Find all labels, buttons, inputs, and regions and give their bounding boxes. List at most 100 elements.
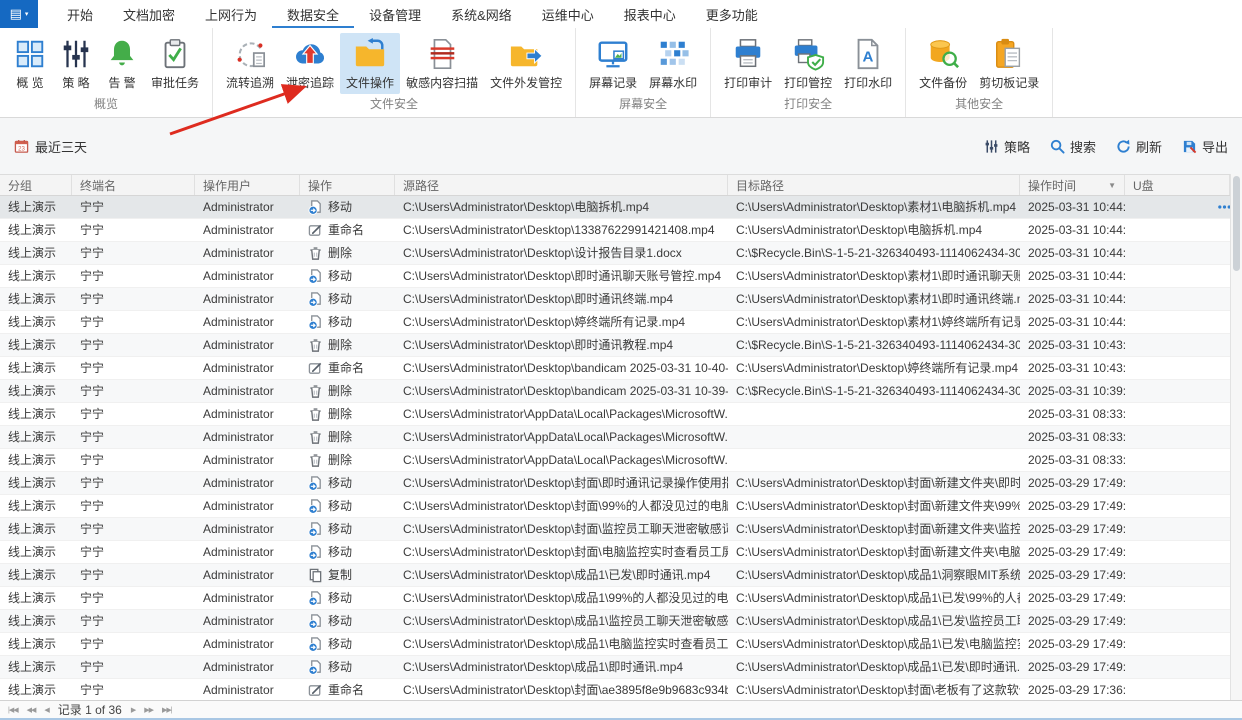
table-row[interactable]: 线上演示 宁宁 Administrator 重命名 C:\Users\Administr…: [0, 357, 1242, 380]
column-header-user[interactable]: 操作用户: [195, 175, 300, 195]
menu-tab-3[interactable]: 上网行为: [190, 0, 272, 28]
table-row[interactable]: 线上演示 宁宁 Administrator 删除 C:\Users\Administra…: [0, 242, 1242, 265]
cell-group: 线上演示: [8, 292, 57, 306]
menu-tab-1[interactable]: 开始: [52, 0, 108, 28]
pager-next-3[interactable]: ▶▶|: [162, 706, 173, 714]
column-header-group[interactable]: 分组: [0, 175, 72, 195]
ribbon-button-screen-watermark[interactable]: 屏幕水印: [643, 33, 703, 94]
menu-tab-2[interactable]: 文档加密: [108, 0, 190, 28]
table-row[interactable]: 线上演示 宁宁 Administrator 移动 C:\Users\Administra…: [0, 587, 1242, 610]
ribbon-button-leak-trace[interactable]: 泄密追踪: [280, 33, 340, 94]
toolbar-button-policy[interactable]: 策略: [984, 137, 1030, 156]
table-row[interactable]: 线上演示 宁宁 Administrator 重命名 C:\Users\Administr…: [0, 679, 1242, 700]
ribbon-button-file-outgoing-control[interactable]: 文件外发管控: [484, 33, 568, 94]
cell-time: 2025-03-31 10:43:38: [1028, 338, 1125, 352]
pager-prev-2[interactable]: ◀◀: [27, 706, 37, 714]
table-row[interactable]: 线上演示 宁宁 Administrator 移动 C:\Users\Administra…: [0, 610, 1242, 633]
cell-usb: [1125, 334, 1230, 356]
table-row[interactable]: 线上演示 宁宁 Administrator 删除 C:\Users\Administra…: [0, 334, 1242, 357]
table-row[interactable]: 线上演示 宁宁 Administrator 重命名 C:\Users\Administr…: [0, 219, 1242, 242]
column-header-op[interactable]: 操作: [300, 175, 395, 195]
menu-tab-6[interactable]: 系统&网络: [436, 0, 527, 28]
cell-time: 2025-03-31 10:44:45: [1028, 200, 1125, 214]
pager-prev-1[interactable]: |◀◀: [8, 706, 19, 714]
cell-operation: 移动: [300, 633, 395, 655]
menu-tab-7[interactable]: 运维中心: [527, 0, 609, 28]
column-header-dst[interactable]: 目标路径: [728, 175, 1020, 195]
ribbon-button-content-scan[interactable]: 敏感内容扫描: [400, 33, 484, 94]
operation-label: 移动: [328, 476, 353, 490]
table-row[interactable]: 线上演示 宁宁 Administrator 移动 C:\Users\Administra…: [0, 495, 1242, 518]
cell-time: 2025-03-29 17:49:30: [1028, 568, 1125, 582]
pager-prev-3[interactable]: ◀: [44, 706, 49, 714]
cell-terminal: 宁宁: [80, 614, 105, 628]
menu-tab-4[interactable]: 数据安全: [272, 0, 354, 28]
toolbar-button-export[interactable]: 导出: [1182, 137, 1228, 156]
cell-terminal: 宁宁: [80, 338, 105, 352]
table-row[interactable]: 线上演示 宁宁 Administrator 移动 C:\Users\Administra…: [0, 265, 1242, 288]
cell-operation: 移动: [300, 288, 395, 310]
vertical-scrollbar[interactable]: [1230, 174, 1242, 700]
ribbon-button-overview[interactable]: 概 览: [7, 33, 53, 94]
table-row[interactable]: 线上演示 宁宁 Administrator 移动 C:\Users\Administra…: [0, 311, 1242, 334]
column-header-src[interactable]: 源路径: [395, 175, 728, 195]
cell-target-path: C:\Users\Administrator\Desktop\成品1\洞察眼MI…: [736, 568, 1020, 582]
table-row[interactable]: 线上演示 宁宁 Administrator 移动 C:\Users\Administra…: [0, 472, 1242, 495]
scrollbar-thumb[interactable]: [1233, 176, 1240, 271]
column-header-terminal[interactable]: 终端名: [72, 175, 195, 195]
ribbon-button-print-control[interactable]: 打印管控: [778, 33, 838, 94]
table-row[interactable]: 线上演示 宁宁 Administrator 移动 C:\Users\Administra…: [0, 633, 1242, 656]
column-header-usb[interactable]: U盘: [1125, 175, 1230, 195]
cell-time: 2025-03-29 17:49:20: [1028, 660, 1125, 674]
ribbon-button-file-operations[interactable]: 文件操作: [340, 33, 401, 94]
menu-tab-5[interactable]: 设备管理: [354, 0, 436, 28]
sort-down-icon[interactable]: ▼: [1108, 181, 1116, 190]
screen-record-icon: [596, 37, 630, 71]
table-row[interactable]: 线上演示 宁宁 Administrator 删除 C:\Users\Administra…: [0, 380, 1242, 403]
toolbar-button-search[interactable]: 搜索: [1050, 137, 1096, 156]
cell-time: 2025-03-29 17:36:44: [1028, 683, 1125, 697]
date-range-filter[interactable]: 最近三天: [14, 137, 87, 156]
menu-tab-9[interactable]: 更多功能: [691, 0, 773, 28]
app-menu-button[interactable]: ▤ ▾: [0, 0, 38, 28]
menu-tab-8[interactable]: 报表中心: [609, 0, 691, 28]
pager-next-1[interactable]: ▶: [131, 706, 136, 714]
ribbon-button-screen-record[interactable]: 屏幕记录: [583, 33, 643, 94]
ribbon-button-file-backup[interactable]: 文件备份: [913, 33, 973, 94]
ribbon-button-print-audit[interactable]: 打印审计: [718, 33, 778, 94]
cell-usb: [1125, 403, 1230, 425]
cell-usb: [1125, 311, 1230, 333]
operation-label: 重命名: [328, 361, 365, 375]
ribbon-button-flow-trace[interactable]: 流转追溯: [220, 33, 280, 94]
cell-time: 2025-03-29 17:49:20: [1028, 614, 1125, 628]
cell-target-path: C:\Users\Administrator\Desktop\素材1\即时通讯终…: [736, 292, 1020, 306]
table-row[interactable]: 线上演示 宁宁 Administrator 移动 C:\Users\Administra…: [0, 656, 1242, 679]
ribbon-button-approval-tasks[interactable]: 审批任务: [145, 33, 205, 94]
calendar-icon: [14, 139, 29, 154]
table-row[interactable]: 线上演示 宁宁 Administrator 复制 C:\Users\Administra…: [0, 564, 1242, 587]
ribbon-button-print-watermark[interactable]: 打印水印: [838, 33, 898, 94]
cell-operation: 移动: [300, 610, 395, 632]
toolbar-button-refresh[interactable]: 刷新: [1116, 137, 1162, 156]
ribbon-button-alert[interactable]: 告 警: [99, 33, 145, 94]
flow-trace-icon: [233, 37, 267, 71]
column-header-time[interactable]: 操作时间 ▼: [1020, 175, 1125, 195]
cell-target-path: C:\Users\Administrator\Desktop\封面\新建文件夹\…: [736, 499, 1020, 513]
ribbon-group: 屏幕记录 屏幕水印 屏幕安全: [576, 28, 712, 117]
cell-source-path: C:\Users\Administrator\Desktop\即时通讯教程.mp…: [403, 338, 674, 352]
cell-operation: 移动: [300, 541, 395, 563]
ribbon-button-clipboard-record[interactable]: 剪切板记录: [973, 33, 1045, 94]
table-row[interactable]: 线上演示 宁宁 Administrator 删除 C:\Users\Administra…: [0, 403, 1242, 426]
operation-label: 删除: [328, 430, 353, 444]
table-row[interactable]: 线上演示 宁宁 Administrator 删除 C:\Users\Administra…: [0, 449, 1242, 472]
ribbon-button-label: 剪切板记录: [979, 76, 1040, 90]
table-row[interactable]: 线上演示 宁宁 Administrator 删除 C:\Users\Administra…: [0, 426, 1242, 449]
table-row[interactable]: 线上演示 宁宁 Administrator 移动 C:\Users\Administra…: [0, 541, 1242, 564]
table-row[interactable]: 线上演示 宁宁 Administrator 移动 C:\Users\Administra…: [0, 288, 1242, 311]
ribbon-button-policy[interactable]: 策 略: [53, 33, 99, 94]
cell-terminal: 宁宁: [80, 591, 105, 605]
cell-group: 线上演示: [8, 660, 57, 674]
table-row[interactable]: 线上演示 宁宁 Administrator 移动 C:\Users\Administra…: [0, 196, 1242, 219]
table-row[interactable]: 线上演示 宁宁 Administrator 移动 C:\Users\Administra…: [0, 518, 1242, 541]
pager-next-2[interactable]: ▶▶: [144, 706, 154, 714]
